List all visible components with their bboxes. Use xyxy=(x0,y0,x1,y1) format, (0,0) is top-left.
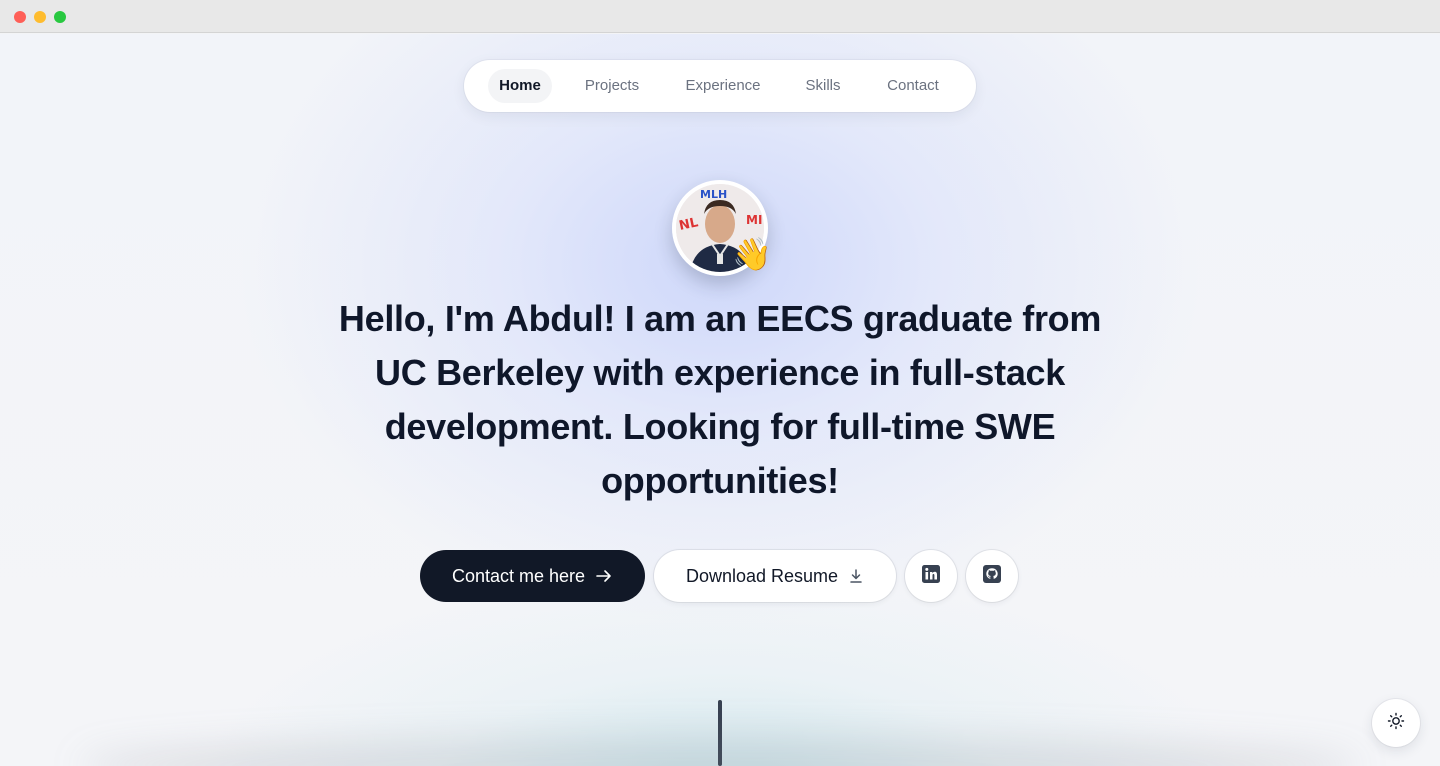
download-resume-label: Download Resume xyxy=(685,565,839,586)
window-titlebar xyxy=(0,0,1440,33)
download-icon xyxy=(848,568,864,584)
linkedin-button[interactable] xyxy=(905,550,957,602)
linkedin-icon xyxy=(921,564,941,589)
scroll-divider xyxy=(718,700,722,766)
nav-item-projects[interactable]: Projects xyxy=(572,69,652,103)
nav-item-experience[interactable]: Experience xyxy=(672,69,774,103)
github-icon xyxy=(982,564,1002,589)
svg-text:MI: MI xyxy=(746,213,762,227)
page: Home Projects Experience Skills Contact … xyxy=(0,34,1440,766)
top-nav: Home Projects Experience Skills Contact xyxy=(464,60,976,112)
nav-item-skills[interactable]: Skills xyxy=(794,69,852,103)
window-minimize-button[interactable] xyxy=(34,11,46,23)
github-button[interactable] xyxy=(966,550,1018,602)
arrow-right-icon xyxy=(595,567,613,585)
contact-me-button[interactable]: Contact me here xyxy=(420,550,645,602)
contact-me-label: Contact me here xyxy=(451,565,586,586)
nav-item-contact[interactable]: Contact xyxy=(872,69,954,103)
sun-icon xyxy=(1387,712,1405,735)
waving-hand-icon: 👋 xyxy=(732,236,772,272)
window-maximize-button[interactable] xyxy=(54,11,66,23)
window-close-button[interactable] xyxy=(14,11,26,23)
theme-toggle-button[interactable] xyxy=(1372,699,1420,747)
svg-text:MLH: MLH xyxy=(700,188,727,201)
nav-item-home[interactable]: Home xyxy=(488,69,552,103)
download-resume-button[interactable]: Download Resume xyxy=(654,550,896,602)
hero-headline: Hello, I'm Abdul! I am an EECS graduate … xyxy=(338,298,1102,501)
